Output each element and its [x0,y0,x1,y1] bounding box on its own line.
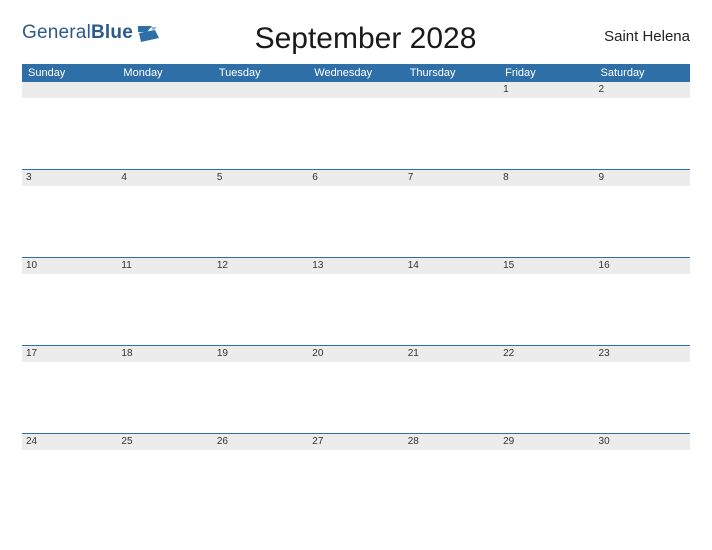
day-cell: 8 [499,170,594,257]
day-cell: 20 [308,346,403,433]
day-cell: 6 [308,170,403,257]
day-number [213,82,308,98]
day-cell [404,82,499,169]
day-cell: 13 [308,258,403,345]
day-header-row: Sunday Monday Tuesday Wednesday Thursday… [22,64,690,82]
day-number: 15 [499,258,594,274]
day-cell: 2 [595,82,690,169]
day-cell: 25 [117,434,212,522]
header: GeneralBlue September 2028 Saint Helena [22,18,690,56]
day-header: Saturday [595,64,690,82]
day-number [117,82,212,98]
day-cell: 4 [117,170,212,257]
day-number: 29 [499,434,594,450]
day-cell: 29 [499,434,594,522]
day-number: 21 [404,346,499,362]
day-header: Friday [499,64,594,82]
day-number: 6 [308,170,403,186]
day-header: Tuesday [213,64,308,82]
day-cell [308,82,403,169]
week-row: 3 4 5 6 7 8 9 [22,170,690,258]
day-cell: 12 [213,258,308,345]
day-header: Thursday [404,64,499,82]
day-number: 5 [213,170,308,186]
day-cell: 11 [117,258,212,345]
month-year-title: September 2028 [161,18,570,56]
calendar-grid: Sunday Monday Tuesday Wednesday Thursday… [22,64,690,522]
day-number: 1 [499,82,594,98]
day-number: 23 [595,346,690,362]
day-number: 26 [213,434,308,450]
region-label: Saint Helena [570,18,690,45]
brand-text: GeneralBlue [22,22,133,44]
week-row: 24 25 26 27 28 29 30 [22,434,690,522]
day-header: Wednesday [308,64,403,82]
day-number: 27 [308,434,403,450]
day-number: 16 [595,258,690,274]
brand-word-1: General [22,22,91,43]
day-number: 14 [404,258,499,274]
day-number: 3 [22,170,117,186]
day-number: 17 [22,346,117,362]
day-number: 11 [117,258,212,274]
day-number: 4 [117,170,212,186]
day-cell: 1 [499,82,594,169]
day-number: 9 [595,170,690,186]
day-number: 20 [308,346,403,362]
day-cell [213,82,308,169]
day-cell: 16 [595,258,690,345]
day-number: 18 [117,346,212,362]
day-cell: 21 [404,346,499,433]
week-row: 10 11 12 13 14 15 16 [22,258,690,346]
day-cell: 22 [499,346,594,433]
day-number: 2 [595,82,690,98]
day-number: 22 [499,346,594,362]
day-number: 24 [22,434,117,450]
day-cell: 26 [213,434,308,522]
day-number: 13 [308,258,403,274]
day-header: Sunday [22,64,117,82]
week-row: 17 18 19 20 21 22 23 [22,346,690,434]
day-number: 12 [213,258,308,274]
day-cell: 27 [308,434,403,522]
day-cell: 19 [213,346,308,433]
week-row: 1 2 [22,82,690,170]
day-cell: 28 [404,434,499,522]
day-cell: 24 [22,434,117,522]
day-number: 7 [404,170,499,186]
brand-word-2: Blue [91,22,133,43]
day-cell: 17 [22,346,117,433]
day-cell: 3 [22,170,117,257]
day-cell: 18 [117,346,212,433]
day-cell: 7 [404,170,499,257]
calendar-page: GeneralBlue September 2028 Saint Helena … [0,0,712,522]
day-number [308,82,403,98]
day-cell: 30 [595,434,690,522]
brand-logo: GeneralBlue [22,18,161,49]
day-number [404,82,499,98]
day-number: 28 [404,434,499,450]
day-cell: 5 [213,170,308,257]
day-cell: 9 [595,170,690,257]
day-cell: 14 [404,258,499,345]
day-cell: 10 [22,258,117,345]
day-number: 30 [595,434,690,450]
day-cell: 15 [499,258,594,345]
day-cell [117,82,212,169]
day-number: 25 [117,434,212,450]
brand-flag-icon [137,24,161,49]
day-cell [22,82,117,169]
day-number: 8 [499,170,594,186]
day-number [22,82,117,98]
day-header: Monday [117,64,212,82]
weeks-container: 1 2 3 4 5 6 7 8 9 10 11 12 13 14 15 16 [22,82,690,522]
day-cell: 23 [595,346,690,433]
day-number: 10 [22,258,117,274]
day-number: 19 [213,346,308,362]
